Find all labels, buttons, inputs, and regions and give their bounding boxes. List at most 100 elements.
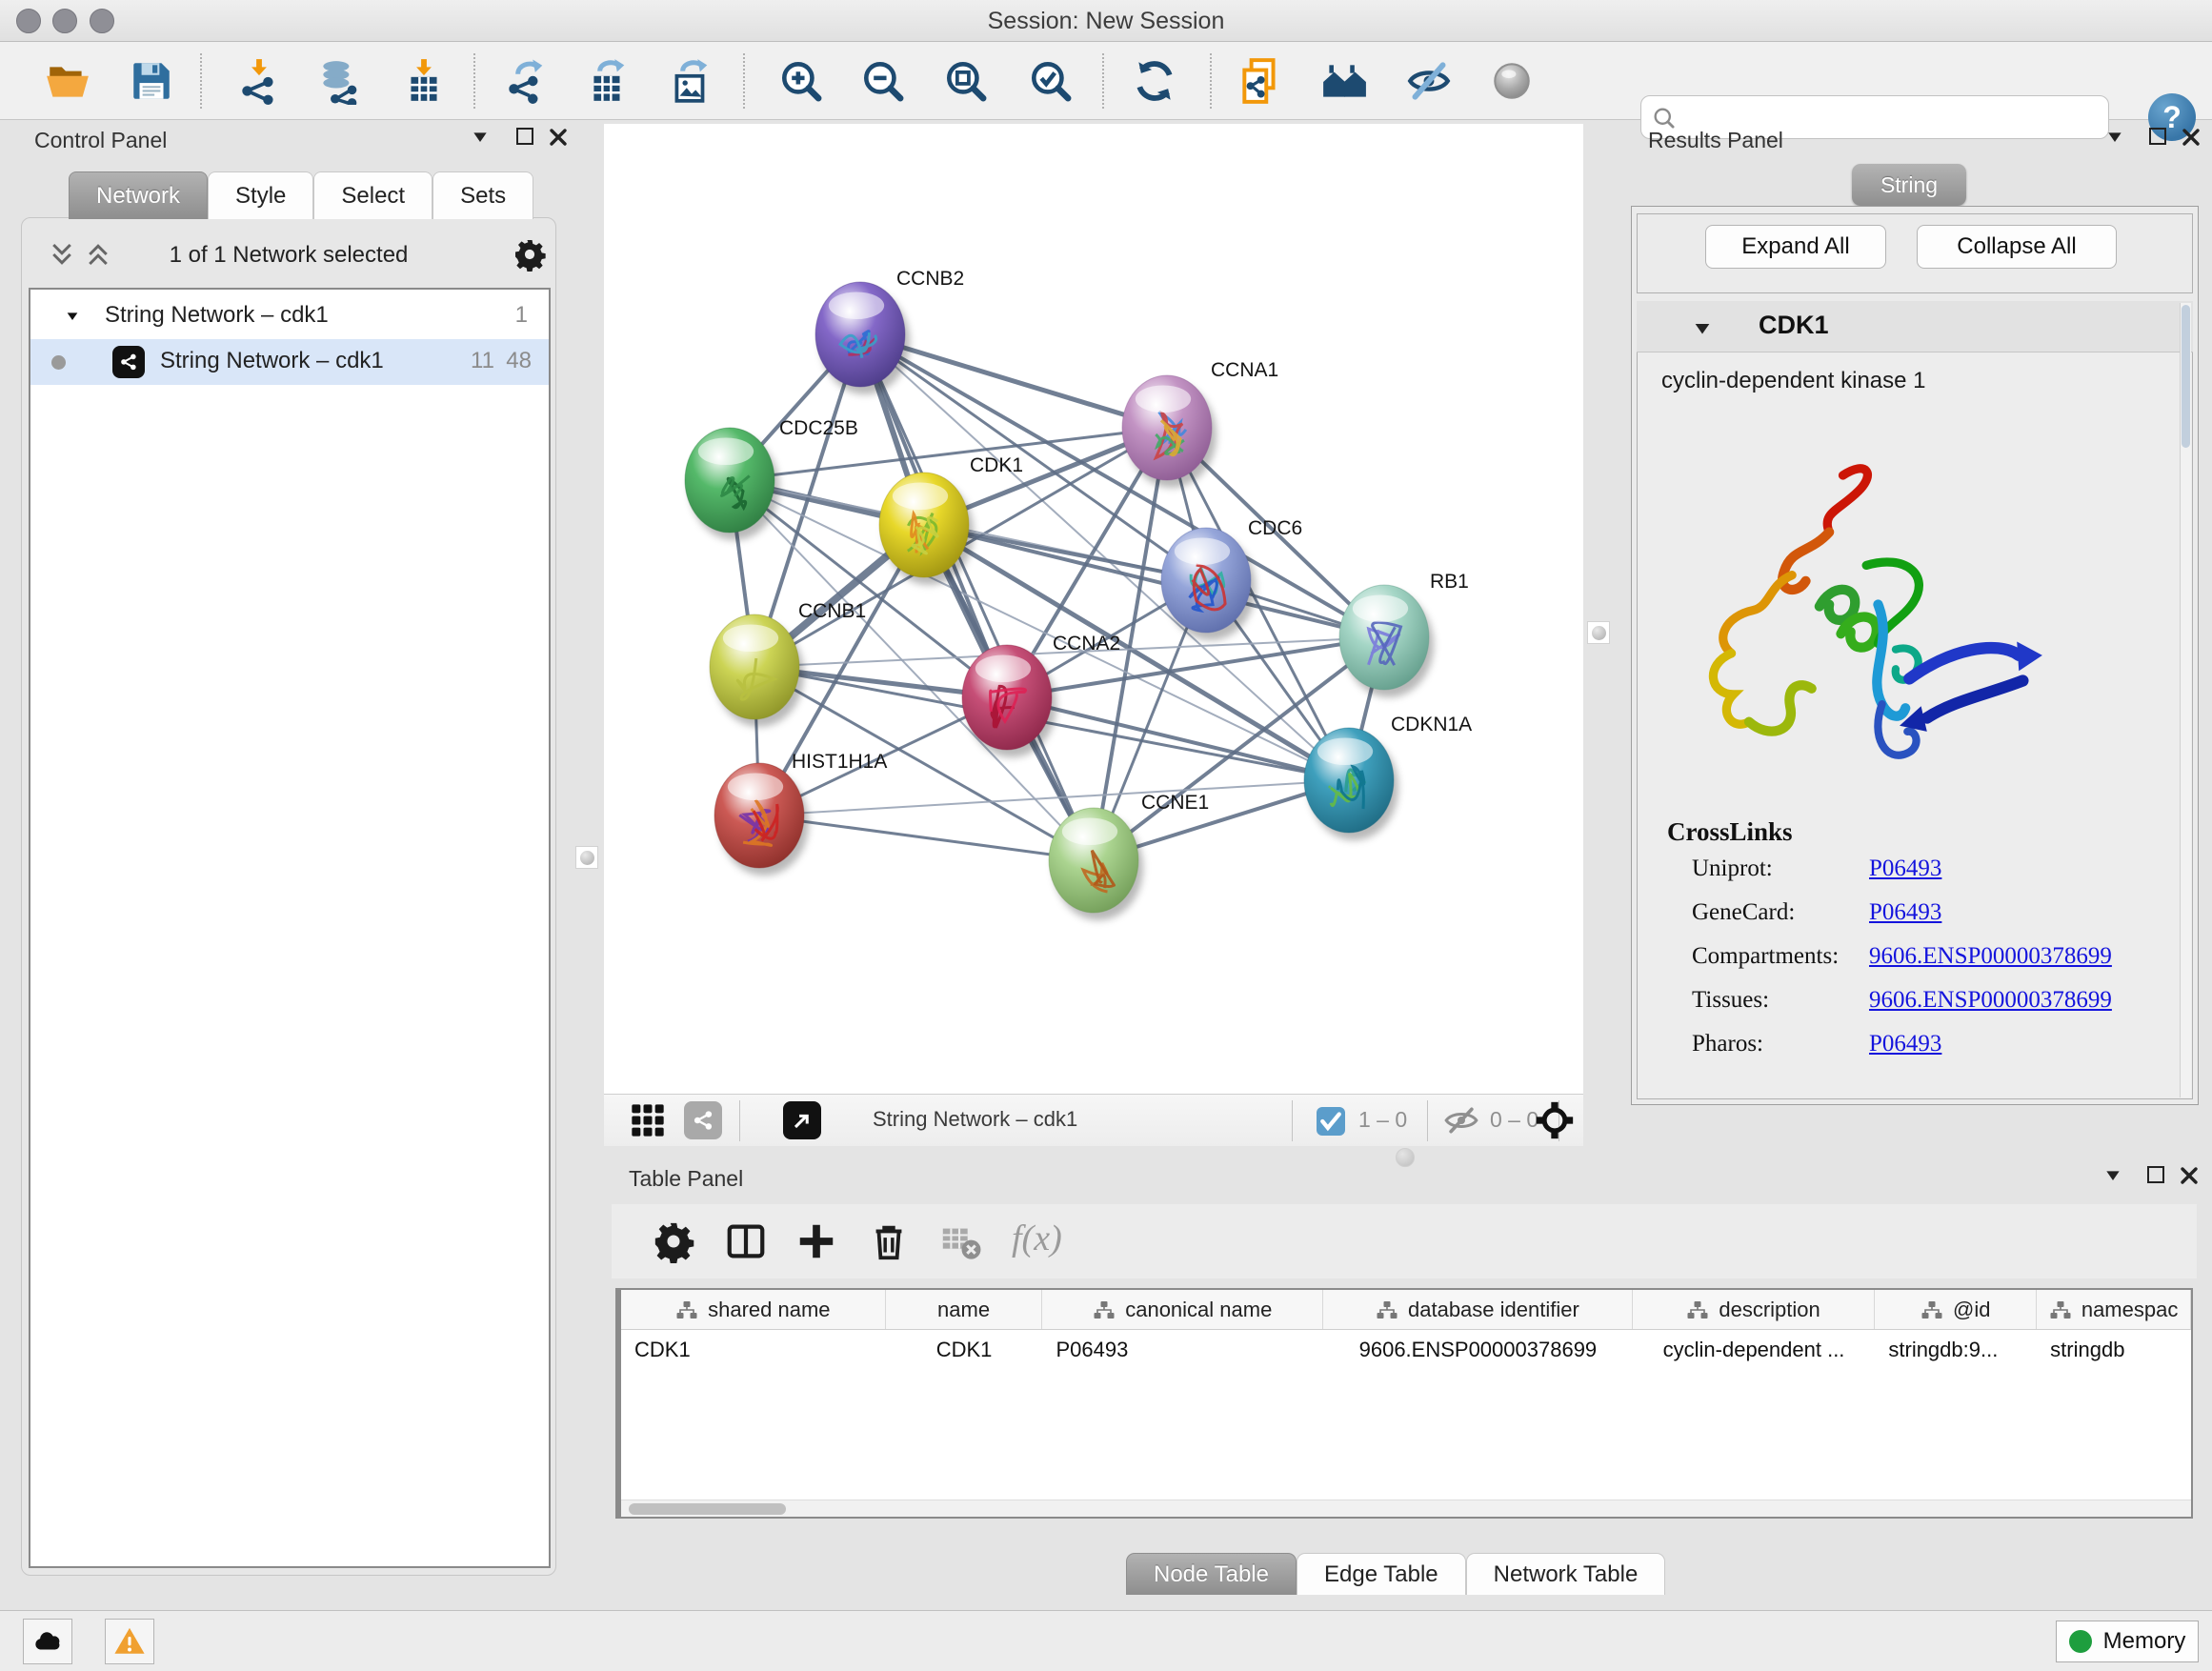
crosslink-link[interactable]: P06493: [1869, 1031, 1941, 1057]
column-header-namespac[interactable]: namespac: [2037, 1290, 2191, 1329]
open-session-button[interactable]: [44, 57, 91, 105]
warnings-button[interactable]: [105, 1619, 154, 1664]
birdseye-grid-icon[interactable]: [629, 1101, 667, 1139]
table-options-gear-icon[interactable]: [652, 1219, 695, 1263]
node-label-CCNB1: CCNB1: [798, 600, 866, 622]
panel-menu-icon[interactable]: [471, 128, 490, 147]
zoom-out-button[interactable]: [859, 57, 907, 105]
expand-all-button[interactable]: Expand All: [1705, 225, 1886, 269]
table-row[interactable]: CDK1CDK1P064939606.ENSP00000378699cyclin…: [621, 1330, 2191, 1372]
import-network-database-button[interactable]: [315, 57, 363, 105]
edge-HIST1H1A-CCNE1[interactable]: [759, 815, 1094, 860]
memory-button[interactable]: Memory: [2056, 1621, 2199, 1662]
hide-selected-button[interactable]: [1405, 57, 1453, 105]
column-header-name[interactable]: name: [886, 1290, 1043, 1329]
float-panel-icon[interactable]: [516, 128, 533, 145]
tab-select[interactable]: Select: [313, 171, 432, 219]
node-gloss: [728, 773, 783, 800]
toolbar-separator: [1210, 53, 1212, 109]
tab-string[interactable]: String: [1852, 164, 1966, 206]
edge-CCNB2-CCNE1[interactable]: [860, 334, 1094, 860]
crosslink-link[interactable]: 9606.ENSP00000378699: [1869, 987, 2112, 1014]
tab-network-table[interactable]: Network Table: [1466, 1553, 1666, 1595]
network-status-dot: [51, 355, 66, 370]
gene-collapse-icon[interactable]: [1692, 318, 1713, 339]
selected-nodes-checkbox[interactable]: [1317, 1107, 1345, 1136]
clone-network-button[interactable]: [1237, 57, 1284, 105]
crosslink-row: Compartments: 9606.ENSP00000378699: [1692, 943, 2168, 981]
left-splitter-handle[interactable]: [575, 846, 598, 869]
column-header-sharedname[interactable]: shared name: [621, 1290, 886, 1329]
network-options-gear-icon[interactable]: [513, 237, 547, 272]
tab-style[interactable]: Style: [208, 171, 313, 219]
export-network-button[interactable]: [502, 57, 550, 105]
first-neighbors-button[interactable]: [1320, 57, 1368, 105]
birdseye-toggle-crosshair-icon[interactable]: [1536, 1101, 1574, 1139]
results-panel-title: Results Panel: [1648, 128, 1783, 153]
export-image-button[interactable]: [667, 57, 714, 105]
node-label-CCNB2: CCNB2: [896, 268, 964, 290]
crosslink-row: Tissues:9606.ENSP00000378699: [1692, 987, 2168, 1025]
table-horizontal-scrollbar[interactable]: [621, 1500, 2191, 1517]
crosslink-link[interactable]: P06493: [1869, 856, 1941, 882]
column-header-description[interactable]: description: [1633, 1290, 1876, 1329]
column-header-canonicalname[interactable]: canonical name: [1042, 1290, 1323, 1329]
collection-expander-icon[interactable]: [63, 309, 82, 324]
save-session-button[interactable]: [128, 57, 175, 105]
cell: 9606.ENSP00000378699: [1323, 1330, 1633, 1372]
create-column-icon[interactable]: [794, 1219, 838, 1263]
panel-menu-icon[interactable]: [2105, 128, 2124, 147]
float-panel-icon[interactable]: [2147, 1166, 2164, 1183]
cell: P06493: [1042, 1330, 1323, 1372]
crosslink-link[interactable]: P06493: [1869, 899, 1941, 926]
string-view-icon[interactable]: [684, 1101, 722, 1139]
close-panel-icon[interactable]: [2180, 126, 2202, 149]
results-scrollbar[interactable]: [2180, 303, 2191, 1097]
delete-column-icon[interactable]: [867, 1219, 911, 1263]
tab-edge-table[interactable]: Edge Table: [1297, 1553, 1466, 1595]
tree-column-icon: [1376, 1299, 1398, 1321]
float-panel-icon[interactable]: [2149, 128, 2166, 145]
network-collection-row[interactable]: String Network – cdk1 1: [30, 293, 549, 339]
table-header-row: shared namenamecanonical namedatabase id…: [621, 1290, 2191, 1330]
network-row-selected[interactable]: String Network – cdk1 11 48: [30, 339, 549, 385]
separator: [739, 1100, 740, 1141]
export-table-button[interactable]: [584, 57, 632, 105]
crosslink-label: Pharos:: [1692, 1031, 1763, 1057]
import-table-file-button[interactable]: [400, 57, 448, 105]
network-node-count: 11: [471, 348, 494, 374]
zoom-in-button[interactable]: [777, 57, 825, 105]
zoom-selected-button[interactable]: [1027, 57, 1075, 105]
crosslink-label: Compartments:: [1692, 943, 1839, 969]
tab-node-table[interactable]: Node Table: [1126, 1553, 1297, 1595]
import-network-file-button[interactable]: [235, 57, 283, 105]
crosslink-link[interactable]: 9606.ENSP00000378699: [1869, 943, 2112, 970]
cell: stringdb:9...: [1875, 1330, 2037, 1372]
fit-content-button[interactable]: [942, 57, 990, 105]
network-canvas[interactable]: CCNB2CCNA1CDC25BCDK1CDC6RB1CCNB1CCNA2CDK…: [604, 124, 1583, 1094]
cell: CDK1: [621, 1330, 886, 1372]
open-in-string-icon[interactable]: [783, 1101, 821, 1139]
network-selected-status: 1 of 1 Network selected: [21, 242, 556, 269]
gene-entry-header[interactable]: [1637, 301, 2193, 352]
column-header-databaseidentifier[interactable]: database identifier: [1323, 1290, 1633, 1329]
collapse-all-button[interactable]: Collapse All: [1917, 225, 2117, 269]
node-gloss: [893, 482, 948, 510]
right-splitter-handle[interactable]: [1587, 621, 1610, 644]
show-columns-icon[interactable]: [724, 1219, 768, 1263]
cloud-button[interactable]: [23, 1619, 72, 1664]
tab-sets[interactable]: Sets: [432, 171, 533, 219]
column-header-id[interactable]: @id: [1875, 1290, 2037, 1329]
show-all-button[interactable]: [1488, 57, 1536, 105]
node-label-HIST1H1A: HIST1H1A: [792, 751, 887, 773]
close-panel-icon[interactable]: [2178, 1164, 2201, 1187]
hidden-eye-slash-icon[interactable]: [1442, 1101, 1480, 1139]
node-label-CDC25B: CDC25B: [779, 417, 858, 439]
tab-network[interactable]: Network: [69, 171, 208, 219]
tree-column-icon: [675, 1299, 698, 1321]
close-panel-icon[interactable]: [547, 126, 570, 149]
panel-menu-icon[interactable]: [2103, 1166, 2122, 1185]
node-gloss: [1353, 594, 1408, 622]
apply-layout-button[interactable]: [1131, 57, 1178, 105]
cell: stringdb: [2037, 1330, 2191, 1372]
